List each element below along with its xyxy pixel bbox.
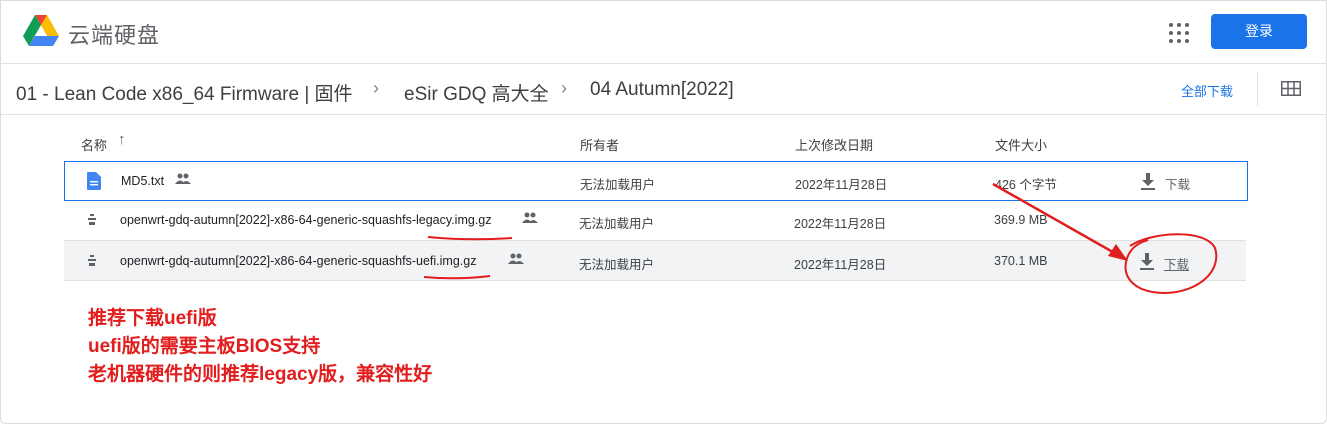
login-button[interactable]: 登录: [1211, 14, 1307, 49]
download-label: 下载: [1164, 258, 1190, 272]
column-header-size: 文件大小: [995, 138, 1048, 153]
table-row[interactable]: openwrt-gdq-autumn[2022]-x86-64-generic-…: [64, 201, 1246, 241]
shared-people-icon: [522, 212, 538, 223]
column-header-modified: 上次修改日期: [795, 138, 874, 153]
file-modified: 2022年11月28日: [795, 178, 888, 192]
file-size: 370.1 MB: [994, 254, 1048, 268]
app-title: 云端硬盘: [68, 23, 161, 48]
file-name[interactable]: MD5.txt: [121, 174, 164, 188]
file-modified: 2022年11月28日: [794, 217, 887, 231]
breadcrumb-item-firmware[interactable]: 01 - Lean Code x86_64 Firmware | 固件: [16, 79, 353, 106]
table-row[interactable]: openwrt-gdq-autumn[2022]-x86-64-generic-…: [64, 241, 1246, 281]
archive-icon: [88, 255, 96, 266]
shared-people-icon: [175, 173, 191, 184]
shared-people-icon: [508, 253, 524, 264]
annotation-text: 老机器硬件的则推荐legacy版，兼容性好: [88, 364, 433, 385]
file-owner: 无法加载用户: [579, 258, 655, 272]
sort-up-arrow-icon[interactable]: ↑: [118, 131, 126, 148]
breadcrumb-item-esir[interactable]: eSir GDQ 高大全: [404, 79, 549, 106]
grid-view-icon[interactable]: [1281, 81, 1301, 96]
file-size: 369.9 MB: [994, 213, 1048, 227]
chevron-right-icon: ›: [561, 78, 567, 98]
download-icon: [1141, 173, 1155, 190]
column-header-name[interactable]: 名称: [81, 135, 107, 154]
download-all-button[interactable]: 全部下载: [1181, 81, 1233, 100]
download-label: 下载: [1165, 178, 1191, 192]
top-header: 云端硬盘 登录: [0, 0, 1327, 64]
breadcrumb-item-current[interactable]: 04 Autumn[2022]: [590, 79, 734, 101]
apps-grid-icon[interactable]: [1165, 19, 1193, 47]
annotation-text: 推荐下载uefi版: [88, 308, 217, 329]
column-header-owner: 所有者: [580, 138, 620, 153]
table-row[interactable]: MD5.txt 无法加载用户 2022年11月28日 426 个字节 下载: [64, 161, 1248, 201]
file-owner: 无法加载用户: [579, 217, 655, 231]
file-modified: 2022年11月28日: [794, 258, 887, 272]
archive-icon: [88, 214, 96, 225]
file-name[interactable]: openwrt-gdq-autumn[2022]-x86-64-generic-…: [120, 254, 476, 268]
file-owner: 无法加载用户: [580, 178, 656, 192]
download-button[interactable]: 下载: [1137, 171, 1197, 193]
annotation-text: uefi版的需要主板BIOS支持: [88, 336, 321, 357]
breadcrumb: 01 - Lean Code x86_64 Firmware | 固件 › eS…: [0, 64, 1327, 115]
download-icon: [1140, 253, 1154, 270]
file-size: 426 个字节: [995, 178, 1057, 192]
divider: [1257, 72, 1258, 106]
chevron-right-icon: ›: [373, 78, 379, 98]
download-button[interactable]: 下载: [1136, 251, 1196, 273]
drive-logo-icon: [23, 15, 59, 46]
file-name[interactable]: openwrt-gdq-autumn[2022]-x86-64-generic-…: [120, 213, 492, 227]
doc-icon: [87, 172, 101, 190]
